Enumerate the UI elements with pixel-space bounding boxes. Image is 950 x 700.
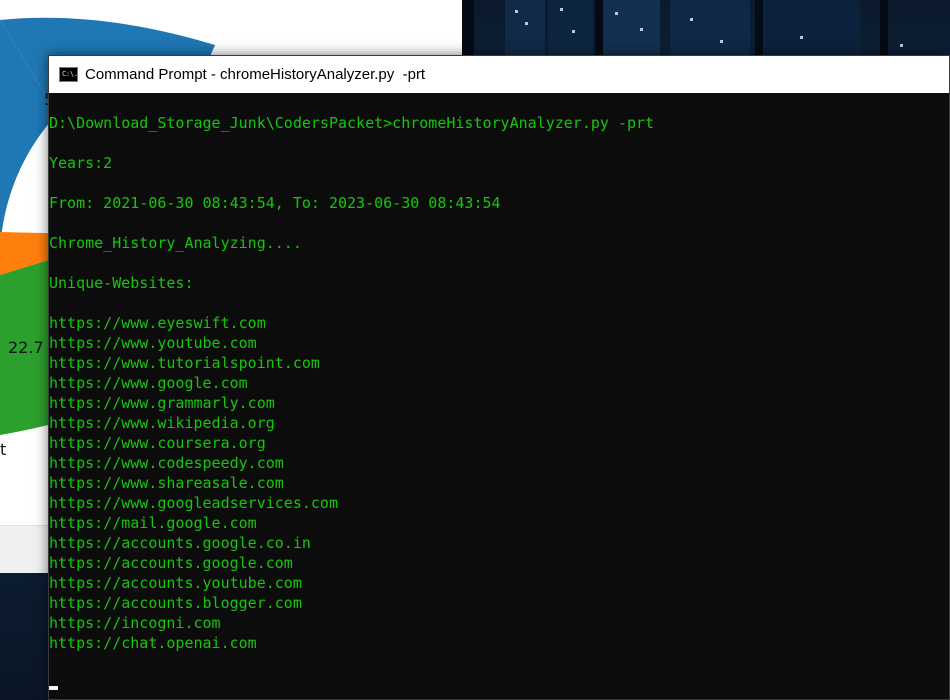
command-prompt-window[interactable]: C:\. Command Prompt - chromeHistoryAnaly… bbox=[48, 55, 950, 700]
pie-label-bottom: t bbox=[0, 440, 7, 459]
cmd-icon: C:\. bbox=[59, 67, 78, 82]
website-line: https://www.googleadservices.com bbox=[49, 494, 338, 512]
analyzing-line: Chrome_History_Analyzing.... bbox=[49, 234, 302, 252]
unique-websites-header: Unique-Websites: bbox=[49, 274, 194, 292]
website-line: https://www.tutorialspoint.com bbox=[49, 354, 320, 372]
website-line: https://www.eyeswift.com bbox=[49, 314, 266, 332]
command-line: D:\Download_Storage_Junk\CodersPacket>ch… bbox=[49, 114, 655, 132]
prompt-cursor-line[interactable] bbox=[49, 673, 949, 693]
website-line: https://www.coursera.org bbox=[49, 434, 266, 452]
text-cursor bbox=[49, 686, 58, 690]
pie-label-left: 22.7 bbox=[8, 338, 44, 357]
range-line: From: 2021-06-30 08:43:54, To: 2023-06-3… bbox=[49, 194, 501, 212]
website-line: https://accounts.youtube.com bbox=[49, 574, 302, 592]
years-line: Years:2 bbox=[49, 154, 113, 172]
title-bar[interactable]: C:\. Command Prompt - chromeHistoryAnaly… bbox=[49, 56, 949, 93]
website-line: https://accounts.google.co.in bbox=[49, 534, 311, 552]
website-line: https://accounts.blogger.com bbox=[49, 594, 302, 612]
website-line: https://incogni.com bbox=[49, 614, 221, 632]
website-line: https://www.wikipedia.org bbox=[49, 414, 275, 432]
website-line: https://www.youtube.com bbox=[49, 334, 257, 352]
website-line: https://accounts.google.com bbox=[49, 554, 293, 572]
website-line: https://www.codespeedy.com bbox=[49, 454, 284, 472]
website-line: https://www.google.com bbox=[49, 374, 248, 392]
website-line: https://www.grammarly.com bbox=[49, 394, 275, 412]
website-line: https://mail.google.com bbox=[49, 514, 257, 532]
console-output[interactable]: D:\Download_Storage_Junk\CodersPacket>ch… bbox=[49, 93, 949, 700]
window-title: Command Prompt - chromeHistoryAnalyzer.p… bbox=[85, 66, 426, 83]
website-line: https://chat.openai.com bbox=[49, 634, 257, 652]
website-line: https://www.shareasale.com bbox=[49, 474, 284, 492]
